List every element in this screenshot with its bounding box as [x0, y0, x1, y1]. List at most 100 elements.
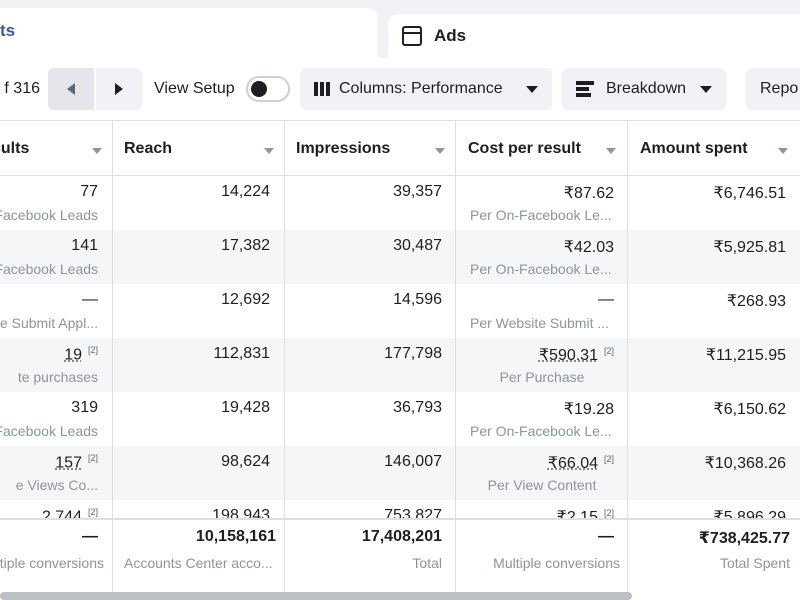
- breakdown-icon: [576, 81, 594, 97]
- header-amount-spent[interactable]: Amount spent: [628, 121, 800, 176]
- footnote-marker[interactable]: [2]: [88, 345, 98, 355]
- cell-value: ₹6,150.62: [713, 401, 786, 418]
- table-row[interactable]: 319 Facebook Leads 19,428 36,793 ₹19.28 Per O…: [0, 392, 800, 446]
- cell-value: ₹42.03: [563, 239, 614, 256]
- table-row[interactable]: 77 Facebook Leads 14,224 39,357 ₹87.62 Per On…: [0, 176, 800, 230]
- cell-value: ₹11,215.95: [705, 347, 786, 364]
- total-results-sub: tiple conversions: [0, 555, 104, 571]
- sort-caret-icon[interactable]: [606, 148, 616, 154]
- header-cost-per-result[interactable]: Cost per result: [456, 121, 628, 176]
- total-impressions-sub: Total: [412, 555, 442, 571]
- total-reach-sub: Accounts Center acco...: [124, 555, 273, 571]
- caret-down-icon: [526, 85, 538, 93]
- tab-campaigns[interactable]: ts: [0, 8, 378, 58]
- performance-table: sults Reach Impressions Cost per result …: [0, 120, 800, 600]
- cell-value: ₹19.28: [563, 401, 614, 418]
- footnote-marker[interactable]: [2]: [88, 453, 98, 463]
- cell-subtext: Per Website Submit ...: [470, 315, 610, 331]
- footnote-marker[interactable]: [2]: [604, 346, 614, 356]
- columns-icon: [314, 82, 330, 96]
- footnote-marker[interactable]: [2]: [604, 454, 614, 464]
- cell-subtext: Per On-Facebook Le...: [470, 261, 612, 277]
- cell-subtext: Facebook Leads: [0, 207, 98, 223]
- cell-value: 146,007: [384, 453, 442, 470]
- total-reach: 10,158,161: [195, 528, 276, 545]
- totals-row: — tiple conversions 10,158,161 Accounts …: [0, 518, 800, 590]
- tab-campaigns-label: ts: [0, 21, 16, 40]
- cell-value: 17,382: [221, 237, 270, 254]
- column-divider[interactable]: [455, 120, 456, 592]
- previous-page-button[interactable]: [48, 68, 94, 110]
- view-setup-toggle[interactable]: [246, 76, 290, 102]
- cell-value: ₹10,368.26: [704, 455, 786, 472]
- tab-ads[interactable]: Ads: [388, 14, 800, 58]
- table-row[interactable]: 19 [2] te purchases 112,831 177,798 ₹590.31 [2…: [0, 338, 800, 392]
- cell-value: 112,831: [213, 345, 270, 362]
- total-amount-spent-sub: Total Spent: [719, 555, 790, 571]
- chevron-left-icon: [67, 83, 75, 95]
- horizontal-scrollbar[interactable]: [0, 592, 632, 600]
- footnote-marker[interactable]: [2]: [88, 507, 98, 517]
- header-reach[interactable]: Reach: [112, 121, 284, 176]
- sort-caret-icon[interactable]: [435, 148, 445, 154]
- caret-down-icon: [700, 85, 712, 93]
- cell-subtext: Facebook Leads: [0, 423, 98, 439]
- next-page-button[interactable]: [96, 68, 142, 110]
- view-setup-label: View Setup: [154, 80, 235, 97]
- cell-value: 77: [80, 183, 98, 200]
- cell-subtext: te purchases: [17, 369, 98, 385]
- table-row[interactable]: 157 [2] e Views Co... 98,624 146,007 ₹66.04 [2…: [0, 446, 800, 500]
- cell-value: 319: [71, 399, 98, 416]
- cell-value: 98,624: [221, 453, 270, 470]
- footnote-marker[interactable]: [2]: [604, 508, 614, 518]
- table-row[interactable]: 141 Facebook Leads 17,382 30,487 ₹42.03 Per O…: [0, 230, 800, 284]
- cell-value: ₹5,925.81: [713, 239, 786, 256]
- cell-value: 141: [71, 237, 98, 254]
- cell-value: 14,224: [221, 183, 270, 200]
- breakdown-dropdown[interactable]: Breakdown: [562, 68, 726, 110]
- sort-caret-icon[interactable]: [778, 148, 788, 154]
- toggle-knob: [251, 81, 267, 97]
- cell-value: ₹87.62: [563, 185, 614, 202]
- cell-value: ₹6,746.51: [713, 185, 786, 202]
- cell-value: —: [82, 291, 98, 308]
- tab-bar: ts Ads: [0, 0, 800, 58]
- toolbar: f 316 View Setup Columns: Performance Br…: [0, 58, 800, 120]
- total-cost-per-result-sub: Multiple conversions: [493, 555, 620, 571]
- cell-value: 177,798: [384, 345, 442, 362]
- cell-subtext: Per On-Facebook Le...: [470, 207, 612, 223]
- tab-ads-label: Ads: [434, 26, 467, 45]
- breakdown-dropdown-label: Breakdown: [606, 80, 687, 97]
- reports-button[interactable]: Repo: [746, 68, 800, 110]
- table-row[interactable]: — e Submit Appl... 12,692 14,596 — Per Websit…: [0, 284, 800, 338]
- column-divider[interactable]: [627, 120, 628, 592]
- cell-value: 19: [64, 346, 82, 364]
- header-impressions[interactable]: Impressions: [284, 121, 456, 176]
- cell-subtext: Facebook Leads: [0, 261, 98, 277]
- total-results: —: [82, 528, 98, 545]
- cell-value: 30,487: [393, 237, 442, 254]
- cell-value: 12,692: [221, 291, 270, 308]
- sort-caret-icon[interactable]: [264, 148, 274, 154]
- chevron-right-icon: [115, 83, 123, 95]
- ads-icon: [402, 26, 422, 46]
- total-amount-spent: ₹738,425.77: [698, 530, 790, 547]
- cell-value: ₹590.31: [538, 347, 598, 364]
- cell-value: 157: [55, 454, 82, 472]
- cell-value: 14,596: [393, 291, 442, 308]
- cell-subtext: Per On-Facebook Le...: [470, 423, 612, 439]
- cell-subtext: Per View Content: [487, 477, 597, 493]
- column-divider[interactable]: [284, 120, 285, 592]
- column-divider[interactable]: [112, 120, 113, 592]
- columns-dropdown[interactable]: Columns: Performance: [300, 68, 552, 110]
- reports-button-label: Repo: [760, 80, 799, 97]
- cell-subtext: e Submit Appl...: [0, 315, 98, 331]
- sort-caret-icon[interactable]: [92, 148, 102, 154]
- cell-value: ₹66.04: [547, 455, 598, 472]
- columns-dropdown-label: Columns: Performance: [339, 80, 503, 97]
- cell-value: 39,357: [393, 183, 442, 200]
- cell-value: ₹268.93: [726, 293, 786, 310]
- cell-value: 19,428: [221, 399, 270, 416]
- cell-value: —: [598, 291, 614, 308]
- total-cost-per-result: —: [598, 528, 614, 545]
